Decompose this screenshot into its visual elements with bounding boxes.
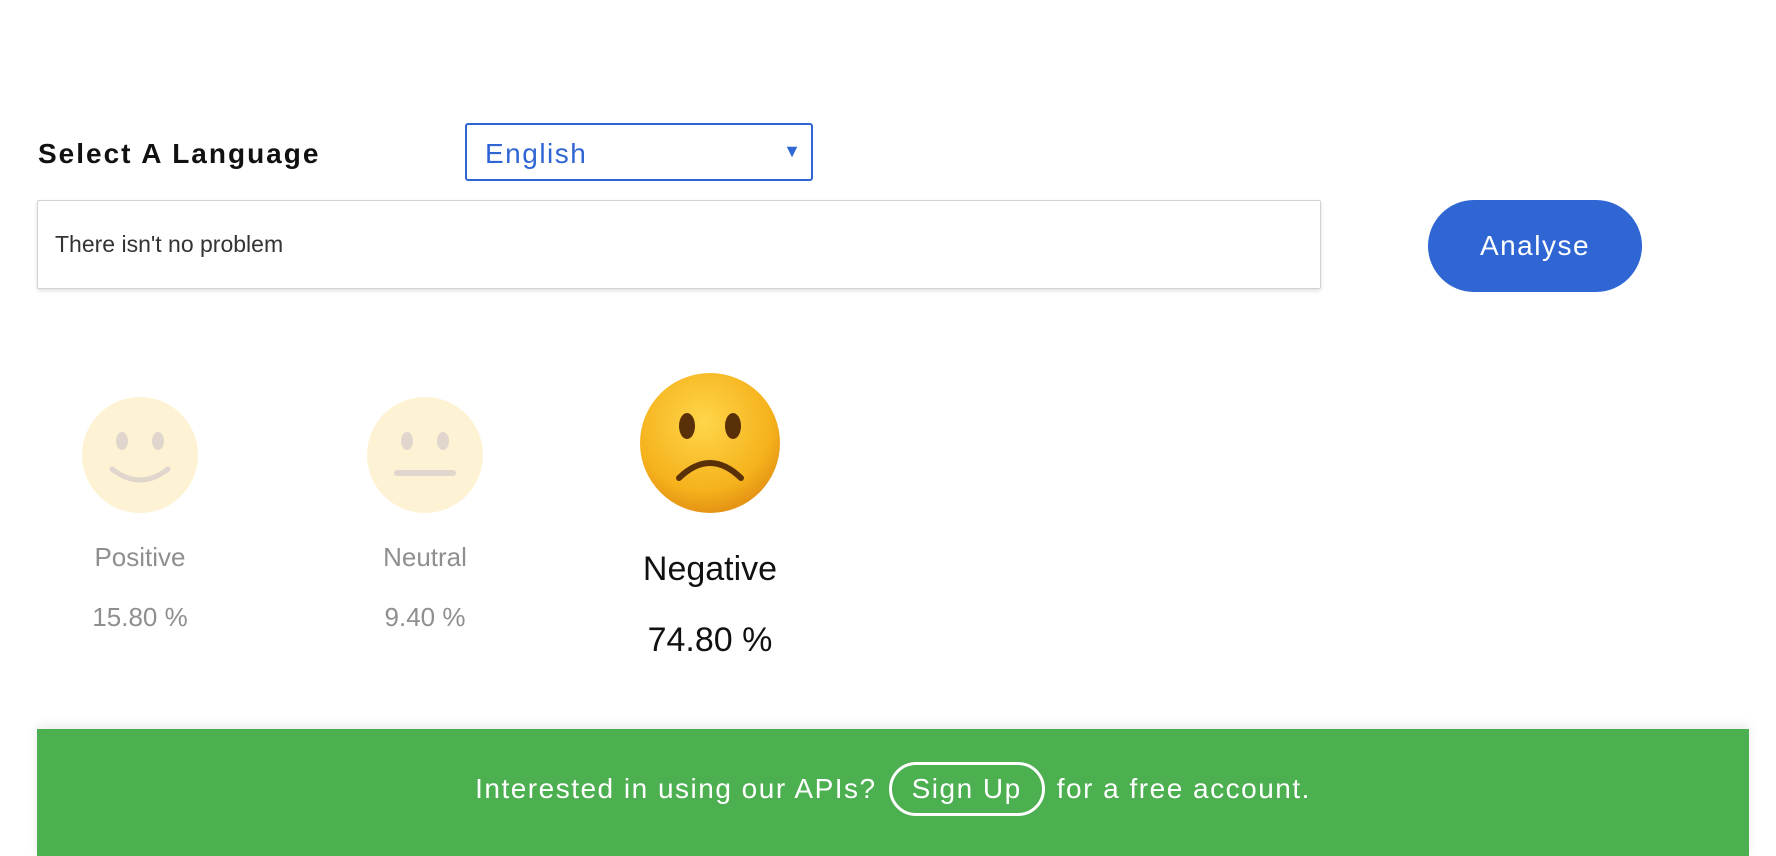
banner-text-after: for a free account. bbox=[1056, 772, 1311, 804]
sentiment-percent: 15.80 % bbox=[92, 602, 188, 632]
language-select[interactable]: English ▼ bbox=[465, 123, 813, 181]
sentiment-positive: Positive 15.80 % bbox=[60, 395, 220, 633]
text-input[interactable] bbox=[37, 200, 1321, 289]
sentiment-name: Negative bbox=[642, 550, 778, 588]
banner-text-before: Interested in using our APIs? bbox=[475, 772, 877, 804]
smiling-face-icon bbox=[82, 397, 198, 513]
sentiment-name: Neutral bbox=[383, 542, 467, 572]
page: Select A Language English ▼ Analyse Posi… bbox=[0, 0, 1776, 856]
frowning-face-icon bbox=[640, 373, 780, 513]
chevron-down-icon: ▼ bbox=[783, 141, 801, 161]
neutral-face-icon bbox=[367, 397, 483, 513]
language-select-value: English bbox=[485, 138, 588, 169]
sentiment-percent: 74.80 % bbox=[647, 621, 773, 659]
sentiment-neutral: Neutral 9.40 % bbox=[345, 395, 505, 633]
signup-banner: Interested in using our APIs? Sign Up fo… bbox=[37, 729, 1749, 856]
language-label: Select A Language bbox=[38, 138, 321, 169]
sentiment-name: Positive bbox=[94, 542, 186, 572]
sentiment-percent: 9.40 % bbox=[384, 602, 466, 632]
analyse-button[interactable]: Analyse bbox=[1428, 200, 1642, 292]
signup-button[interactable]: Sign Up bbox=[888, 761, 1045, 816]
sentiment-negative: Negative 74.80 % bbox=[620, 370, 800, 660]
